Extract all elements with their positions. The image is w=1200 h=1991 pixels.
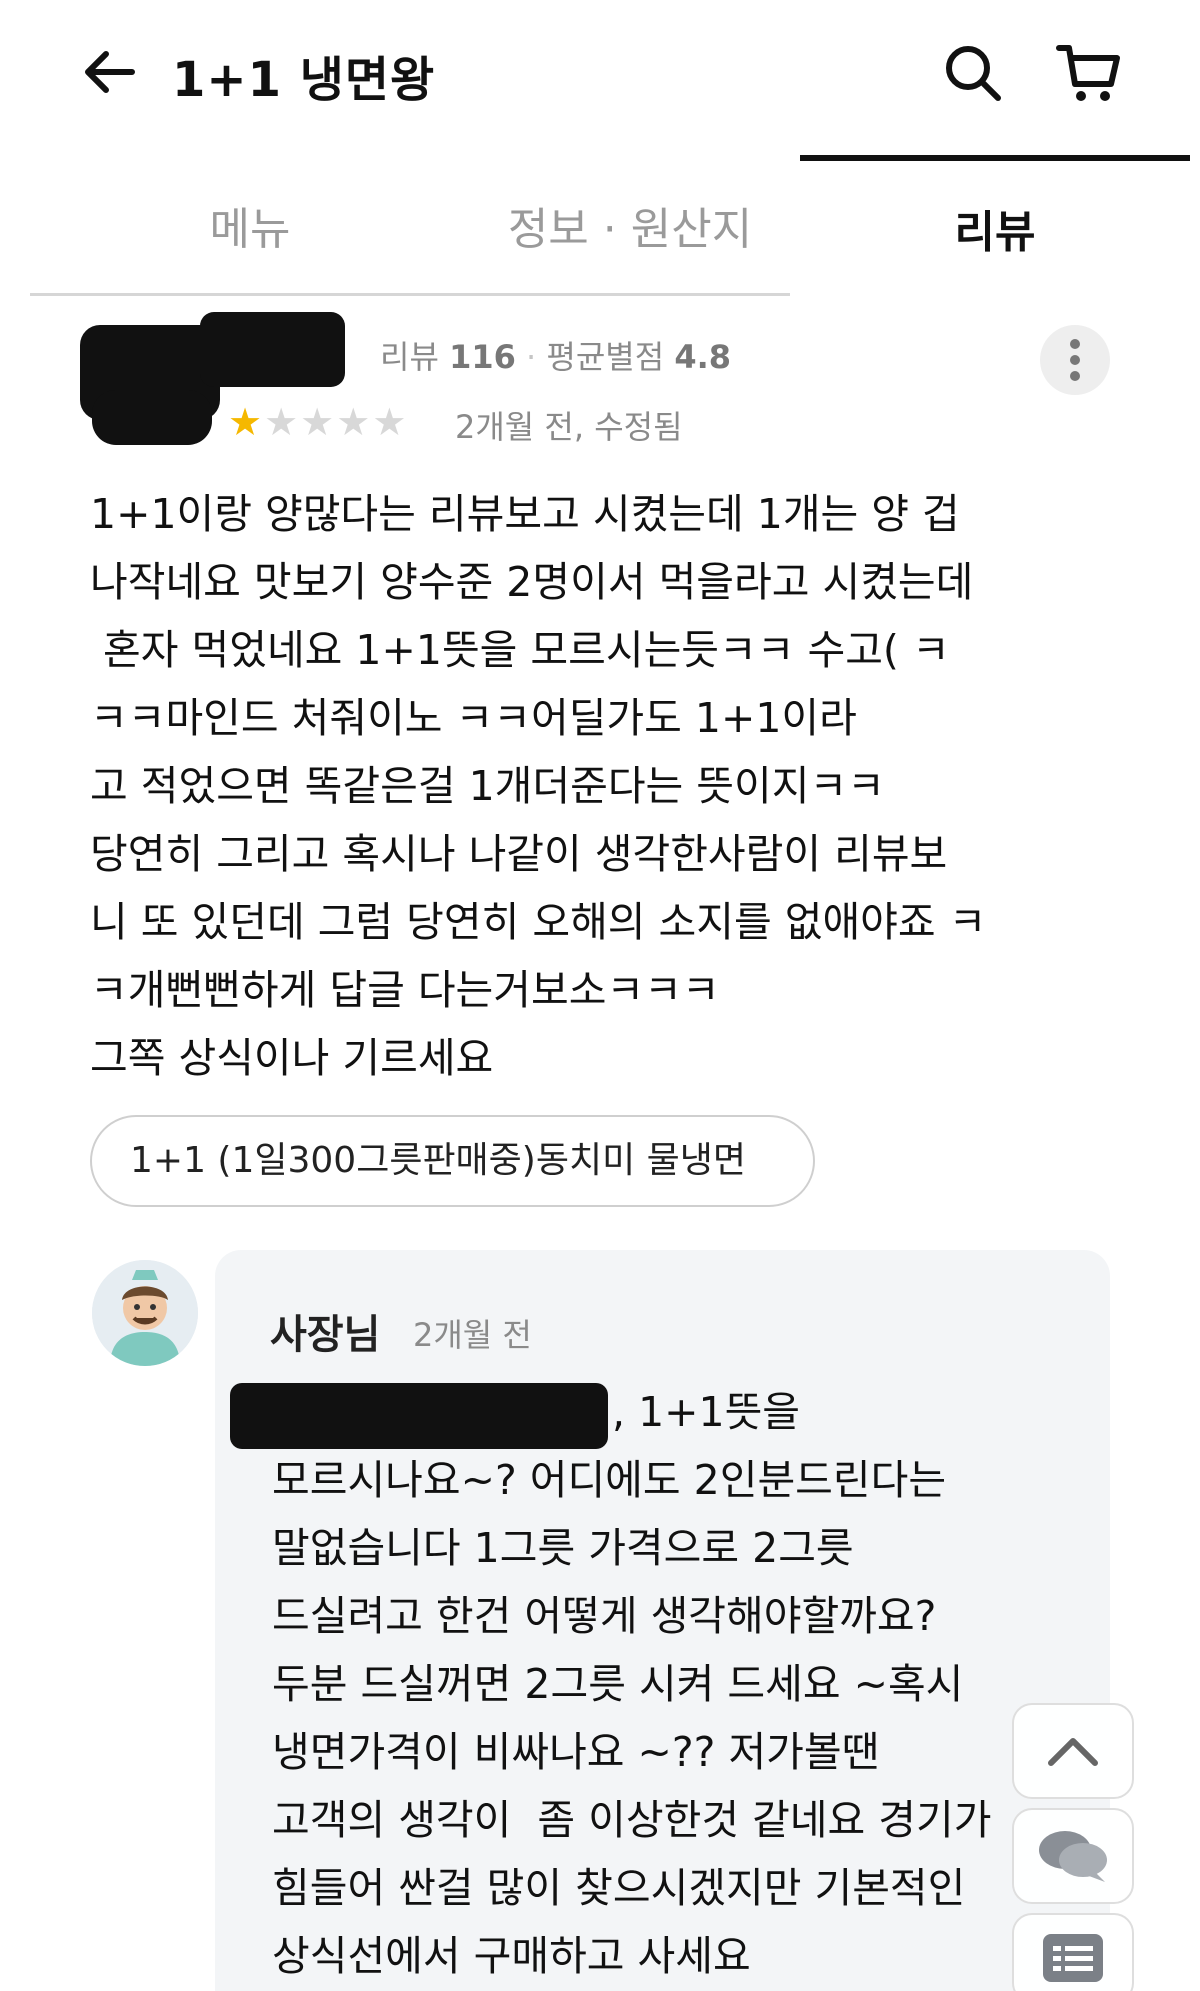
back-button[interactable] <box>80 42 140 102</box>
reply-text-line: 냉면가격이 비싸나요 ~?? 저가볼땐 <box>272 1728 880 1776</box>
ordered-menu-tag[interactable]: 1+1 (1일300그릇판매중)동치미 물냉면 <box>90 1115 815 1207</box>
tabs-divider <box>30 293 790 296</box>
chat-button[interactable] <box>1012 1808 1134 1904</box>
review-text-line: 나작네요 맛보기 양수준 2명이서 먹을라고 시켰는데 <box>90 558 974 606</box>
review-count-label: 리뷰 <box>380 338 439 376</box>
reply-text-line: 고객의 생각이 좀 이상한것 같네요 경기가 <box>272 1796 992 1844</box>
review-text: 1+1이랑 양많다는 리뷰보고 시켰는데 1개는 양 겁 나작네요 맛보기 양수… <box>90 480 1110 1092</box>
tab-info-origin[interactable]: 정보 · 원산지 <box>430 155 830 295</box>
avg-rating: 4.8 <box>674 338 731 376</box>
cart-button[interactable] <box>1055 40 1125 106</box>
reply-date: 2개월 전 <box>413 1316 532 1354</box>
reply-text-line: 힘들어 싼걸 많이 찾으시겠지만 기본적인 <box>272 1864 966 1912</box>
reply-text-line: 상식선에서 구매하고 사세요 <box>272 1932 751 1980</box>
search-icon <box>946 46 1001 101</box>
chevron-up-icon <box>1048 1738 1098 1766</box>
review-text-line: 니 또 있던데 그럼 당연히 오해의 소지를 없애야죠 ㅋ <box>90 898 987 946</box>
review-text-line: 당연히 그리고 혹시나 나같이 생각한사람이 리뷰보 <box>90 830 948 878</box>
owner-avatar-image <box>92 1260 198 1366</box>
review-text-line: 고 적었으면 똑같은걸 1개더준다는 뜻이지ㅋㅋ <box>90 762 885 810</box>
store-tabs: 메뉴 정보 · 원산지 리뷰 <box>30 155 1190 295</box>
store-title: 1+1 냉면왕 <box>172 52 436 108</box>
reply-text-line: 드실려고 한건 어떻게 생각해야할까요? <box>272 1592 937 1640</box>
reply-first-line-text: , 1+1뜻을 <box>612 1388 801 1436</box>
more-options-button[interactable] <box>1040 325 1110 395</box>
redacted-reviewer-name <box>200 312 345 387</box>
review-text-line: 그쪽 상식이나 기르세요 <box>90 1034 494 1082</box>
top-app-bar: 1+1 냉면왕 <box>0 0 1200 150</box>
redacted-customer-name <box>230 1383 608 1449</box>
reply-text-line: 말없습니다 1그릇 가격으로 2그릇 <box>272 1524 854 1572</box>
reply-text-line: , 1+1뜻을 <box>230 1378 1062 1449</box>
cart-icon <box>1056 45 1120 101</box>
star-empty-icon: ★ <box>264 400 301 444</box>
avg-rating-label: 평균별점 <box>546 338 665 376</box>
stats-separator: · <box>526 338 537 376</box>
tab-menu[interactable]: 메뉴 <box>90 155 410 295</box>
star-empty-icon: ★ <box>336 400 373 444</box>
star-rating: ★★★★★ <box>228 400 408 444</box>
list-icon <box>1043 1934 1103 1982</box>
review-text-line: ㅋㅋ마인드 처줘이노 ㅋㅋ어딜가도 1+1이라 <box>90 694 857 742</box>
menu-list-button[interactable] <box>1012 1913 1134 1991</box>
more-vertical-icon <box>1070 339 1080 381</box>
reply-text: , 1+1뜻을 모르시나요~? 어디에도 2인분드린다는 말없습니다 1그릇 가… <box>230 1378 1062 1990</box>
search-button[interactable] <box>940 40 1006 106</box>
arrow-left-icon <box>85 51 135 93</box>
reply-text-line: 모르시나요~? 어디에도 2인분드린다는 <box>272 1456 947 1504</box>
review-text-line: 혼자 먹었네요 1+1뜻을 모르시는듯ㅋㅋ 수고( ㅋ <box>90 626 950 674</box>
reply-author: 사장님 <box>270 1312 381 1358</box>
reviewer-stats: 리뷰 116 · 평균별점 4.8 <box>380 332 731 378</box>
review-count: 116 <box>449 338 516 376</box>
tab-review[interactable]: 리뷰 <box>800 155 1190 295</box>
review-date: 2개월 전, 수정됨 <box>455 408 683 446</box>
review-text-line: ㅋ개뻔뻔하게 답글 다는거보소ㅋㅋㅋ <box>90 966 720 1014</box>
chat-icon <box>1039 1831 1107 1882</box>
star-filled-icon: ★ <box>228 400 265 444</box>
reply-text-line: 두분 드실꺼면 2그릇 시켜 드세요 ~혹시 <box>272 1660 964 1708</box>
star-empty-icon: ★ <box>300 400 337 444</box>
redacted-reviewer-extra <box>92 390 212 445</box>
scroll-top-button[interactable] <box>1012 1703 1134 1799</box>
review-text-line: 1+1이랑 양많다는 리뷰보고 시켰는데 1개는 양 겁 <box>90 490 960 538</box>
star-empty-icon: ★ <box>372 400 409 444</box>
owner-avatar <box>92 1260 198 1366</box>
